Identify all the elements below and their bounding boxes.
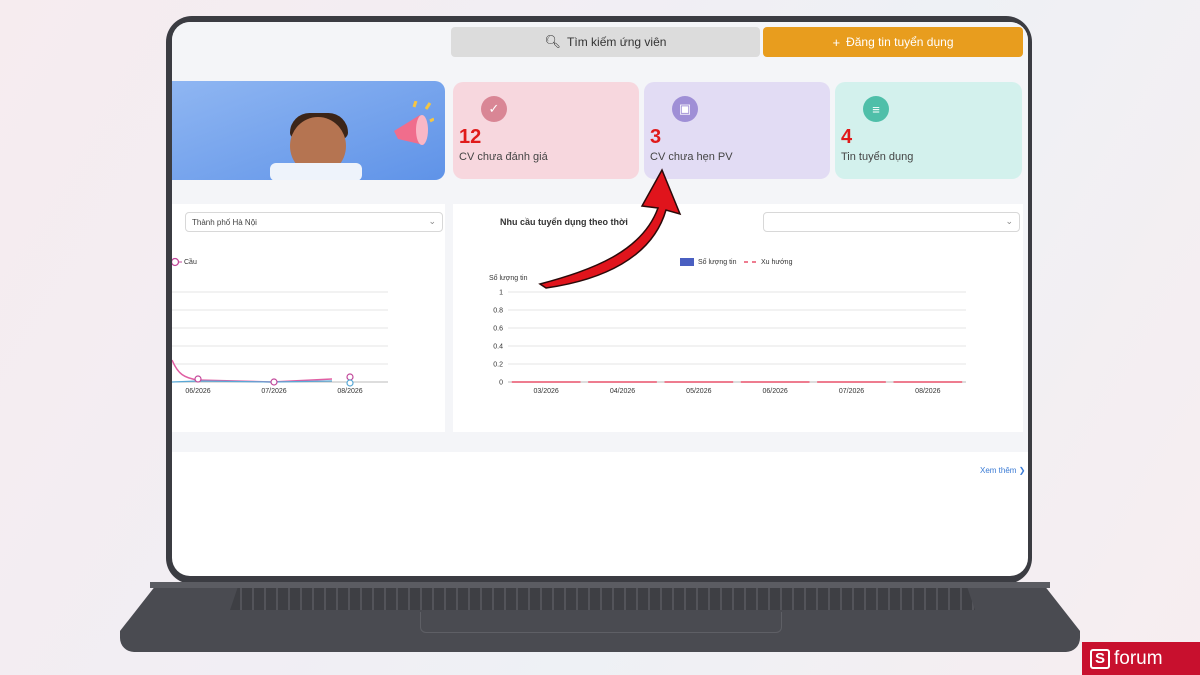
left-point (346, 379, 354, 387)
legend-partial-label: Cầu (184, 257, 197, 266)
laptop-hinge (150, 582, 1050, 588)
x-tick-label: 07/2026 (839, 388, 864, 395)
legend-marker (172, 257, 180, 267)
watermark-text: forum (1114, 647, 1163, 669)
left-point (346, 373, 354, 381)
left-point (270, 378, 278, 386)
y-grid (508, 291, 966, 365)
x-tick-label: 06/2026 (763, 388, 788, 395)
x-tick-label: 04/2026 (610, 388, 635, 395)
legend-label-series-1: Xu hướng (761, 259, 793, 266)
annotation-arrow (538, 168, 682, 289)
legend-swatch-series-0 (680, 258, 694, 266)
y-axis-label: Số lượng tin (489, 273, 528, 282)
legend-label-series-0: Số lượng tin (698, 257, 737, 266)
laptop-keyboard (230, 588, 975, 610)
y-tick-label: 0.8 (493, 308, 503, 315)
x-tick-label: 08/2026 (915, 388, 940, 395)
red-arrow-icon (538, 168, 682, 289)
y-ticks: 0 0.2 0.4 0.6 0.8 1 (493, 290, 503, 387)
y-tick-label: 0.6 (493, 326, 503, 333)
y-tick-label: 0 (499, 380, 503, 387)
x-tick-label: 03/2026 (534, 388, 559, 395)
left-chart: Cầu 06/2026 07/2026 08/2026 (172, 257, 388, 395)
left-gridlines (172, 291, 388, 365)
see-more-link[interactable]: Xem thêm ❯ (980, 466, 1025, 475)
left-x-tick: 06/2026 (185, 388, 210, 395)
watermark-badge: S forum (1082, 642, 1200, 675)
y-tick-label: 0.4 (493, 344, 503, 351)
forum-logo-icon: S (1090, 648, 1110, 669)
y-tick-label: 1 (499, 290, 503, 297)
left-x-tick: 08/2026 (337, 388, 362, 395)
see-more-label: Xem thêm (980, 466, 1017, 475)
x-ticks: 03/2026 04/2026 05/2026 06/2026 07/2026 08/20… (534, 388, 941, 395)
left-point (194, 375, 202, 383)
left-x-tick: 07/2026 (261, 388, 286, 395)
laptop-trackpad (420, 612, 782, 633)
charts-svg: Cầu 06/2026 07/2026 08/2026 Số lượng tin (172, 168, 966, 395)
chevron-right-icon: ❯ (1018, 466, 1026, 475)
y-tick-label: 0.2 (493, 362, 503, 369)
screen: 🔍︎ Tìm kiếm ứng viên + Đăng tin tuyển dụ… (172, 22, 1028, 576)
x-tick-label: 05/2026 (686, 388, 711, 395)
